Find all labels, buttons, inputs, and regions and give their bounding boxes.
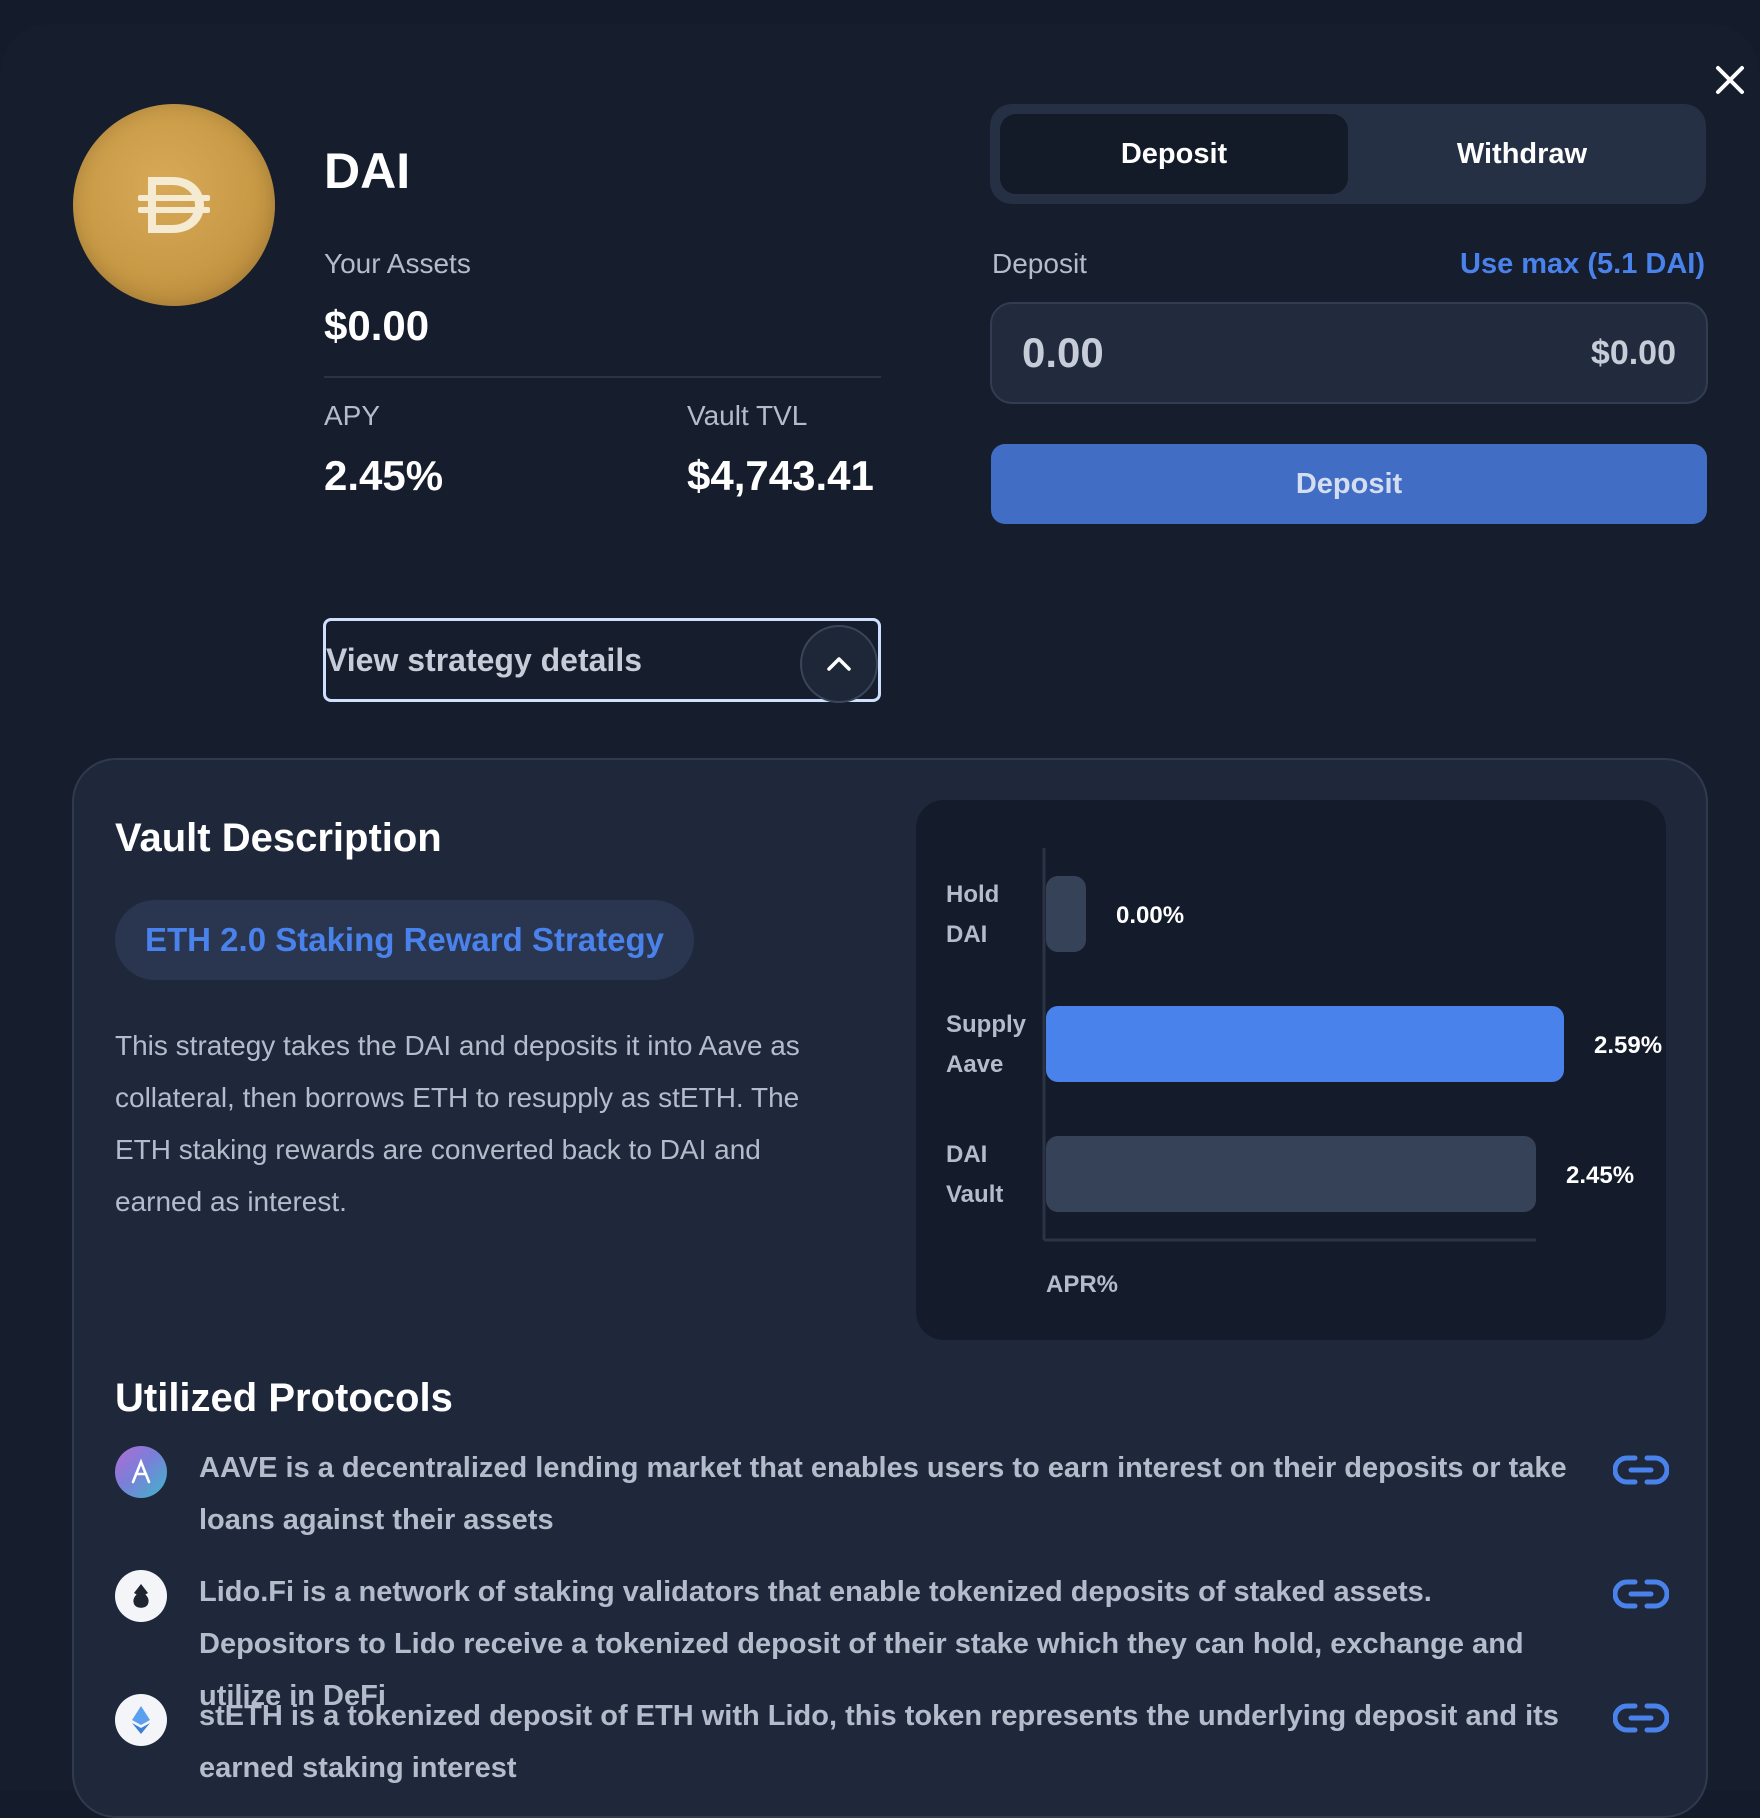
your-assets-label: Your Assets bbox=[324, 248, 471, 279]
close-icon bbox=[1716, 66, 1744, 94]
strategy-name-badge: ETH 2.0 Staking Reward Strategy bbox=[115, 900, 694, 980]
aave-icon bbox=[115, 1446, 167, 1498]
deposit-usd-value: $0.00 bbox=[1590, 333, 1676, 372]
deposit-field-label: Deposit bbox=[992, 248, 1087, 279]
dai-coin-icon bbox=[73, 104, 275, 306]
protocol-description: AAVE is a decentralized lending market t… bbox=[199, 1452, 1567, 1536]
asset-title: DAI bbox=[324, 143, 411, 199]
bar-value-label-2: 2.45% bbox=[1566, 1162, 1634, 1189]
deposit-button[interactable]: Deposit bbox=[991, 444, 1707, 524]
category-label-0-1: DAI bbox=[946, 921, 987, 948]
tab-withdraw[interactable]: Withdraw bbox=[1348, 114, 1696, 194]
your-assets-value: $0.00 bbox=[324, 302, 430, 349]
deposit-amount-field: $0.00 bbox=[990, 302, 1708, 404]
category-label-2-1: Vault bbox=[946, 1181, 1003, 1208]
vault-tvl-value: $4,743.41 bbox=[687, 452, 874, 499]
apy-label: APY bbox=[324, 400, 381, 431]
vault-description-title: Vault Description bbox=[115, 816, 442, 860]
bar-2 bbox=[1046, 1136, 1536, 1212]
apr-bar-chart: 0.00% Hold DAI 2.59% Supply Aave 2.45% DAI Vault… bbox=[946, 848, 1662, 1298]
use-max-link[interactable]: Use max (5.1 DAI) bbox=[1460, 248, 1705, 281]
link-icon[interactable] bbox=[1613, 1450, 1669, 1490]
vault-tvl-label: Vault TVL bbox=[687, 400, 808, 431]
stats-divider bbox=[324, 376, 881, 378]
category-label-2-0: DAI bbox=[946, 1141, 987, 1168]
category-label-1-1: Aave bbox=[946, 1051, 1003, 1078]
vault-description-text: This strategy takes the DAI and deposits… bbox=[115, 1030, 800, 1217]
apy-value: 2.45% bbox=[324, 452, 444, 499]
bar-0 bbox=[1046, 876, 1086, 952]
protocol-description: stETH is a tokenized deposit of ETH with… bbox=[199, 1700, 1559, 1784]
steth-icon bbox=[115, 1694, 167, 1746]
strategy-toggle-label: View strategy details bbox=[326, 641, 642, 678]
tab-deposit[interactable]: Deposit bbox=[1000, 114, 1348, 194]
link-icon[interactable] bbox=[1613, 1698, 1669, 1738]
bar-1 bbox=[1046, 1006, 1564, 1082]
deposit-withdraw-tabs: Deposit Withdraw bbox=[990, 104, 1706, 204]
category-label-1-0: Supply bbox=[946, 1011, 1027, 1038]
utilized-protocols-title: Utilized Protocols bbox=[115, 1376, 453, 1420]
bar-value-label-0: 0.00% bbox=[1116, 902, 1184, 929]
deposit-amount-input[interactable] bbox=[1022, 329, 1322, 377]
lido-icon bbox=[115, 1570, 167, 1622]
chevron-up-icon[interactable] bbox=[800, 625, 878, 703]
close-button[interactable] bbox=[1712, 62, 1748, 98]
bar-value-label-1: 2.59% bbox=[1594, 1032, 1662, 1059]
link-icon[interactable] bbox=[1613, 1574, 1669, 1614]
apr-chart: 0.00% Hold DAI 2.59% Supply Aave 2.45% DAI Vault… bbox=[916, 800, 1666, 1340]
category-label-0-0: Hold bbox=[946, 881, 999, 908]
view-strategy-details-toggle[interactable]: View strategy details bbox=[323, 618, 881, 703]
x-axis-label: APR% bbox=[1046, 1271, 1118, 1298]
